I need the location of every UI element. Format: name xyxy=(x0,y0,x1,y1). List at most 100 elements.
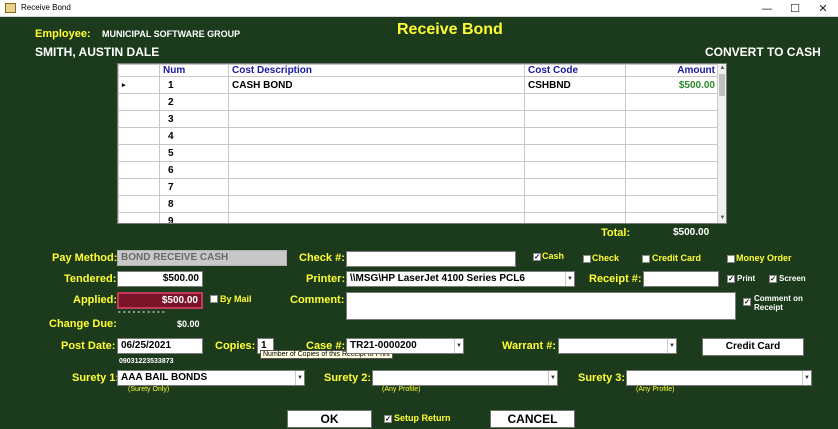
scroll-up-icon[interactable]: ▲ xyxy=(718,64,726,73)
table-row[interactable]: 9 xyxy=(118,212,719,223)
row-selector[interactable] xyxy=(118,93,160,111)
table-row[interactable]: ▸ 1 CASH BOND CSHBND $500.00 xyxy=(118,76,719,94)
table-row[interactable]: 4 xyxy=(118,127,719,145)
comment-input[interactable] xyxy=(346,292,736,320)
row-num[interactable]: 9 xyxy=(159,212,229,223)
row-num[interactable]: 2 xyxy=(159,93,229,111)
check-number-input[interactable] xyxy=(346,251,516,267)
row-num[interactable]: 5 xyxy=(159,144,229,162)
close-button[interactable]: ✕ xyxy=(810,1,836,16)
money-order-checkbox[interactable] xyxy=(727,255,735,263)
money-order-label: Money Order xyxy=(736,253,792,263)
row-num[interactable]: 8 xyxy=(159,195,229,213)
cost-grid[interactable]: Num Cost Description Cost Code Amount ▸ … xyxy=(117,63,727,224)
surety-1-dropdown-icon[interactable]: ▼ xyxy=(295,371,304,385)
maximize-button[interactable]: ☐ xyxy=(782,1,808,16)
row-code[interactable]: CSHBND xyxy=(524,76,626,94)
row-num[interactable]: 3 xyxy=(159,110,229,128)
post-date-input[interactable]: 06/25/2021 xyxy=(117,338,203,354)
row-num[interactable]: 7 xyxy=(159,178,229,196)
row-num[interactable]: 1 xyxy=(159,76,229,94)
screen-checkbox[interactable]: ✓ xyxy=(769,275,777,283)
column-header-num[interactable]: Num xyxy=(159,64,229,77)
row-description[interactable] xyxy=(228,93,525,111)
post-date-label: Post Date: xyxy=(61,340,116,352)
row-amount[interactable] xyxy=(625,195,719,213)
minimize-button[interactable]: — xyxy=(754,1,780,16)
surety-2-dropdown-icon[interactable]: ▼ xyxy=(548,371,557,385)
row-selector[interactable] xyxy=(118,195,160,213)
grid-scrollbar[interactable]: ▲ ▼ xyxy=(717,64,726,223)
case-number-select[interactable]: TR21-0000200 ▼ xyxy=(346,338,464,354)
cash-checkbox[interactable]: ✓ xyxy=(533,253,541,261)
row-selector[interactable] xyxy=(118,212,160,223)
row-description[interactable] xyxy=(228,212,525,223)
row-code[interactable] xyxy=(524,127,626,145)
row-description[interactable] xyxy=(228,144,525,162)
warrant-dropdown-icon[interactable]: ▼ xyxy=(667,339,676,353)
table-row[interactable]: 2 xyxy=(118,93,719,111)
setup-return-checkbox[interactable]: ✓ xyxy=(384,415,392,423)
row-code[interactable] xyxy=(524,161,626,179)
credit-card-checkbox[interactable] xyxy=(642,255,650,263)
cancel-button[interactable]: CANCEL xyxy=(490,410,575,428)
column-header-code[interactable]: Cost Code xyxy=(524,64,626,77)
print-label: Print xyxy=(737,274,756,283)
warrant-number-select[interactable]: ▼ xyxy=(558,338,677,354)
row-amount[interactable] xyxy=(625,93,719,111)
table-row[interactable]: 7 xyxy=(118,178,719,196)
row-code[interactable] xyxy=(524,144,626,162)
table-row[interactable]: 8 xyxy=(118,195,719,213)
table-row[interactable]: 6 xyxy=(118,161,719,179)
surety-3-select[interactable]: ▼ xyxy=(626,370,812,386)
ok-button[interactable]: OK xyxy=(287,410,372,428)
row-selector[interactable] xyxy=(118,127,160,145)
row-amount[interactable] xyxy=(625,161,719,179)
scroll-thumb[interactable] xyxy=(719,74,725,96)
column-header-description[interactable]: Cost Description xyxy=(228,64,525,77)
row-num[interactable]: 4 xyxy=(159,127,229,145)
row-code[interactable] xyxy=(524,178,626,196)
surety-2-select[interactable]: ▼ xyxy=(372,370,558,386)
row-description[interactable] xyxy=(228,110,525,128)
row-code[interactable] xyxy=(524,195,626,213)
column-header-amount[interactable]: Amount xyxy=(625,64,719,77)
employee-value: MUNICIPAL SOFTWARE GROUP xyxy=(102,29,241,39)
row-num[interactable]: 6 xyxy=(159,161,229,179)
row-description[interactable] xyxy=(228,127,525,145)
row-amount[interactable] xyxy=(625,144,719,162)
row-amount[interactable] xyxy=(625,178,719,196)
row-amount[interactable] xyxy=(625,110,719,128)
row-amount[interactable] xyxy=(625,212,719,223)
row-code[interactable] xyxy=(524,110,626,128)
row-selector[interactable] xyxy=(118,178,160,196)
row-selector[interactable] xyxy=(118,144,160,162)
row-code[interactable] xyxy=(524,93,626,111)
printer-dropdown-icon[interactable]: ▼ xyxy=(565,272,574,286)
check-checkbox[interactable] xyxy=(583,255,591,263)
row-amount[interactable] xyxy=(625,127,719,145)
by-mail-checkbox[interactable] xyxy=(210,295,218,303)
row-description[interactable] xyxy=(228,178,525,196)
table-row[interactable]: 3 xyxy=(118,110,719,128)
table-row[interactable]: 5 xyxy=(118,144,719,162)
row-amount[interactable]: $500.00 xyxy=(625,76,719,94)
receipt-number-input[interactable] xyxy=(643,271,719,287)
printer-select[interactable]: \\MSG\HP LaserJet 4100 Series PCL6 ▼ xyxy=(346,271,575,287)
scroll-down-icon[interactable]: ▼ xyxy=(718,214,726,223)
convert-to-cash-link[interactable]: CONVERT TO CASH xyxy=(705,45,821,59)
comment-on-receipt-checkbox[interactable]: ✓ xyxy=(743,298,751,306)
surety-1-select[interactable]: AAA BAIL BONDS ▼ xyxy=(117,370,305,386)
tendered-input[interactable]: $500.00 xyxy=(117,271,203,287)
row-description[interactable] xyxy=(228,195,525,213)
case-dropdown-icon[interactable]: ▼ xyxy=(454,339,463,353)
row-code[interactable] xyxy=(524,212,626,223)
row-selector[interactable] xyxy=(118,161,160,179)
pay-method-field: BOND RECEIVE CASH xyxy=(117,250,287,266)
credit-card-button[interactable]: Credit Card xyxy=(702,338,804,356)
surety-3-dropdown-icon[interactable]: ▼ xyxy=(802,371,811,385)
print-checkbox[interactable]: ✓ xyxy=(727,275,735,283)
row-description[interactable]: CASH BOND xyxy=(228,76,525,94)
row-selector[interactable] xyxy=(118,110,160,128)
row-description[interactable] xyxy=(228,161,525,179)
